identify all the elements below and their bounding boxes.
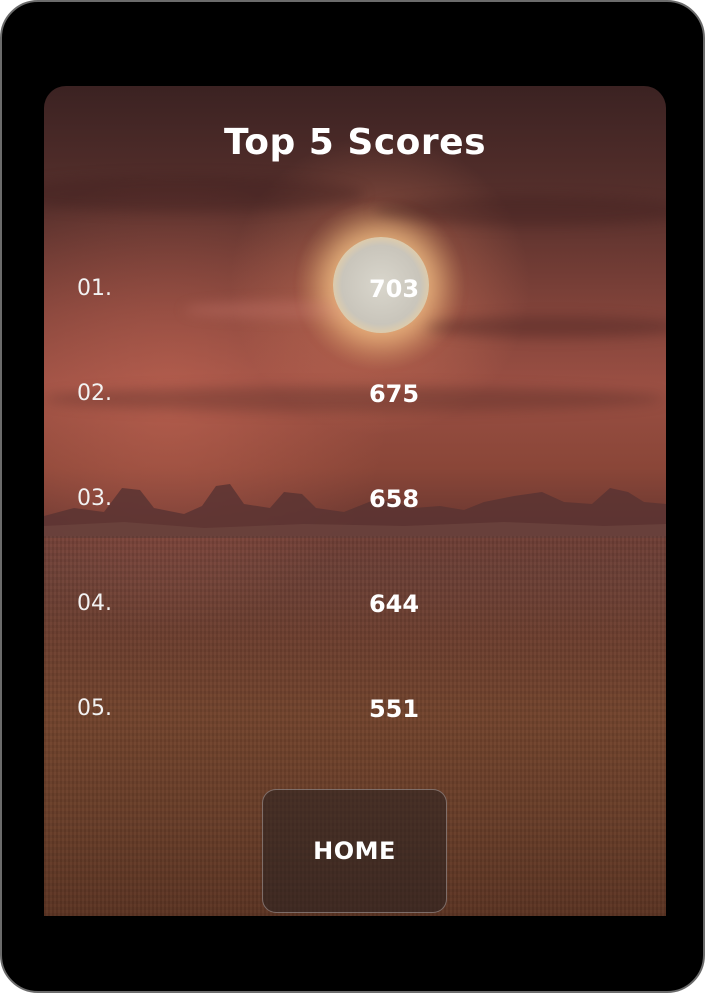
score-rank: 02. <box>77 381 112 406</box>
score-value: 658 <box>368 485 420 513</box>
home-button[interactable]: HOME <box>262 789 447 913</box>
score-row: 02. 675 <box>44 374 666 414</box>
score-row: 04. 644 <box>44 584 666 624</box>
cloud-streak <box>374 196 666 226</box>
score-row: 01. 703 <box>44 269 666 309</box>
score-value: 551 <box>368 695 420 723</box>
home-button-label: HOME <box>313 837 396 865</box>
cloud-streak <box>44 176 364 212</box>
score-value: 675 <box>368 380 420 408</box>
page-title: Top 5 Scores <box>224 122 486 163</box>
score-rank: 04. <box>77 591 112 616</box>
score-rank: 01. <box>77 276 112 301</box>
score-rank: 03. <box>77 486 112 511</box>
tablet-frame: Top 5 Scores 01. 703 02. 675 03. 658 04.… <box>0 0 705 993</box>
score-row: 05. 551 <box>44 689 666 729</box>
game-screen: Top 5 Scores 01. 703 02. 675 03. 658 04.… <box>44 86 666 916</box>
score-value: 703 <box>368 275 420 303</box>
cloud-streak <box>424 316 666 338</box>
score-rank: 05. <box>77 696 112 721</box>
score-value: 644 <box>368 590 420 618</box>
score-row: 03. 658 <box>44 479 666 519</box>
